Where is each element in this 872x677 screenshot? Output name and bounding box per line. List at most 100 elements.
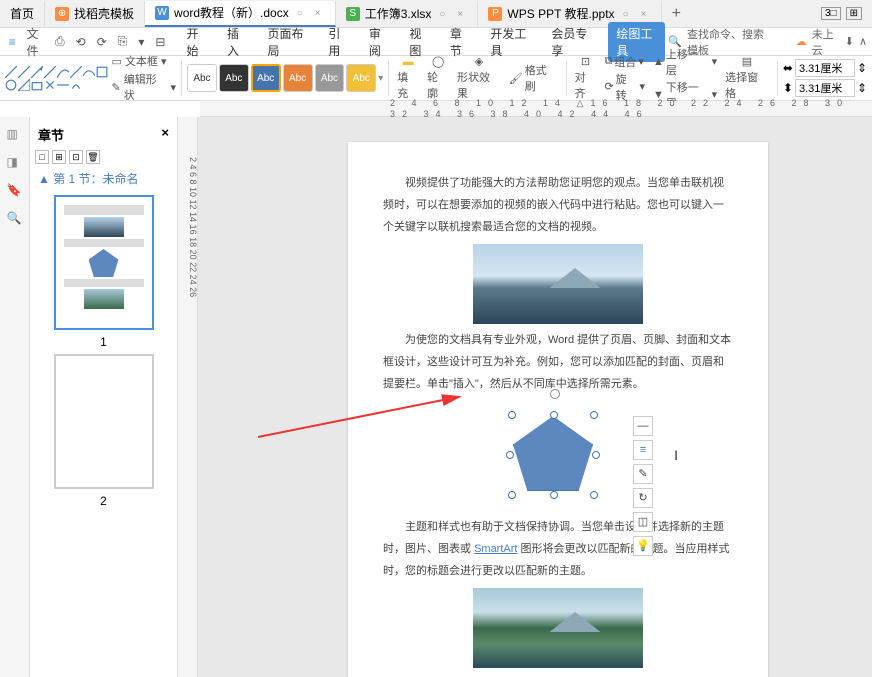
- fill-icon[interactable]: ▬: [403, 56, 414, 68]
- word-icon: W: [155, 6, 169, 20]
- template-icon: ⊕: [55, 7, 69, 21]
- handle-se[interactable]: [590, 491, 598, 499]
- style-3[interactable]: Abc: [251, 64, 281, 92]
- horizontal-ruler[interactable]: 2 4 6 8 10 12 14 △16 18 20 22 24 26 28 3…: [200, 101, 872, 117]
- ctrl-3[interactable]: ⊡: [69, 150, 83, 164]
- menu-insert[interactable]: 插入: [223, 22, 252, 62]
- align-btn[interactable]: 对齐: [572, 69, 600, 101]
- outline-icon[interactable]: ◯: [432, 55, 444, 68]
- quick-icon[interactable]: ⎘: [114, 32, 132, 51]
- tab-add[interactable]: +: [662, 5, 691, 23]
- float-text[interactable]: ≡: [633, 440, 653, 460]
- height-icon: ⬍: [783, 81, 793, 95]
- ctrl-2[interactable]: ⊞: [52, 150, 66, 164]
- menu-layout[interactable]: 页面布局: [263, 22, 312, 62]
- spinner[interactable]: ⇕: [857, 81, 867, 95]
- vertical-ruler[interactable]: 2 4 6 8 10 12 14 16 18 20 22 24 26: [178, 117, 198, 677]
- sidebar-search-icon[interactable]: 🔍: [7, 211, 23, 227]
- rotate-handle[interactable]: [550, 389, 560, 399]
- thumb-label-1: 1: [100, 335, 107, 349]
- document-page[interactable]: 视频提供了功能强大的方法帮助您证明您的观点。当您单击联机视频时，可以在想要添加的…: [348, 142, 768, 677]
- dropdown-icon[interactable]: ▾: [134, 33, 148, 51]
- height-input[interactable]: [795, 79, 855, 97]
- menu-start[interactable]: 开始: [182, 22, 211, 62]
- doc-image-1: [473, 244, 643, 324]
- style-5[interactable]: Abc: [315, 64, 345, 92]
- brush-icon: 🖌: [509, 72, 523, 85]
- group-icon: ⧉: [604, 55, 612, 68]
- style-1[interactable]: Abc: [187, 64, 217, 92]
- pane-btn[interactable]: 选择窗格: [722, 69, 772, 101]
- width-input[interactable]: [795, 59, 855, 77]
- thumb-label-2: 2: [100, 494, 107, 508]
- smartart-link[interactable]: SmartArt: [474, 543, 517, 555]
- cloud-label: 未上云: [812, 26, 840, 58]
- para-1: 视频提供了功能强大的方法帮助您证明您的观点。当您单击联机视频时，可以在想要添加的…: [383, 172, 733, 238]
- pentagon[interactable]: [513, 416, 593, 491]
- float-bulb[interactable]: 💡: [633, 536, 653, 556]
- tab-close-x[interactable]: ×: [641, 9, 651, 19]
- style-2[interactable]: Abc: [219, 64, 249, 92]
- handle-sw[interactable]: [508, 491, 516, 499]
- spinner[interactable]: ⇕: [857, 61, 867, 75]
- print-icon[interactable]: ⊟: [151, 33, 169, 51]
- pane-icon[interactable]: ▤: [742, 55, 752, 68]
- close-icon[interactable]: ○: [297, 8, 307, 18]
- outline-btn[interactable]: 轮廓: [424, 69, 452, 101]
- float-crop[interactable]: ◫: [633, 512, 653, 532]
- doc-image-2: [473, 588, 643, 668]
- style-4[interactable]: Abc: [283, 64, 313, 92]
- handle-w[interactable]: [506, 451, 514, 459]
- tab-close-x[interactable]: ×: [315, 8, 325, 18]
- handle-s[interactable]: [550, 491, 558, 499]
- shape-gallery[interactable]: [5, 66, 110, 91]
- handle-n[interactable]: [550, 411, 558, 419]
- text-cursor: I: [674, 441, 678, 469]
- more-styles[interactable]: ▾: [378, 73, 383, 84]
- width-icon: ⬌: [783, 61, 793, 75]
- close-icon[interactable]: ○: [623, 9, 633, 19]
- window-layout-1[interactable]: 3□: [821, 7, 841, 20]
- section-1[interactable]: ▲ 第 1 节：未命名: [35, 167, 172, 190]
- float-edit[interactable]: ✎: [633, 464, 653, 484]
- float-minus[interactable]: —: [633, 416, 653, 436]
- undo-icon[interactable]: ⟲: [72, 33, 90, 51]
- menu-review[interactable]: 审阅: [365, 22, 394, 62]
- ctrl-1[interactable]: □: [35, 150, 49, 164]
- para-3: 主题和样式也有助于文档保持协调。当您单击设计并选择新的主题时，图片、图表或 Sm…: [383, 516, 733, 582]
- effect-btn[interactable]: 形状效果: [454, 69, 504, 101]
- menu-icon[interactable]: ≡: [5, 32, 20, 52]
- cloud-icon[interactable]: ☁: [796, 35, 807, 48]
- handle-nw[interactable]: [508, 411, 516, 419]
- pentagon-shape[interactable]: — ≡ ✎ ↻ ◫ 💡 I: [498, 401, 618, 511]
- tab-close-x[interactable]: ×: [457, 9, 467, 19]
- sidebar-bookmark-icon[interactable]: 🔖: [7, 183, 23, 199]
- textbox-btn[interactable]: ▭文本框▾: [112, 53, 176, 69]
- collapse-icon[interactable]: ⬇: [845, 35, 854, 48]
- handle-ne[interactable]: [590, 411, 598, 419]
- float-refresh[interactable]: ↻: [633, 488, 653, 508]
- sidebar-shape-icon[interactable]: ◨: [7, 155, 23, 171]
- save-icon[interactable]: ⎙: [51, 32, 69, 51]
- redo-icon[interactable]: ⟳: [93, 33, 111, 51]
- sidebar-doc-icon[interactable]: ▥: [7, 127, 23, 143]
- style-6[interactable]: Abc: [346, 64, 376, 92]
- editshape-btn[interactable]: ✎编辑形状▾: [112, 71, 176, 103]
- up-layer-btn[interactable]: ▲上移一层▾: [650, 46, 720, 78]
- align-icon[interactable]: ⊡: [581, 55, 590, 68]
- chapter-title: 章节: [38, 125, 64, 144]
- close-icon[interactable]: ○: [439, 9, 449, 19]
- fill-btn[interactable]: 填充: [394, 69, 422, 101]
- help-icon[interactable]: ∧: [859, 35, 867, 48]
- format-btn[interactable]: 🖌格式刷: [506, 62, 561, 94]
- file-menu[interactable]: 文件: [23, 23, 48, 61]
- group-btn[interactable]: ⧉组合▾: [601, 54, 648, 70]
- chapter-close[interactable]: ×: [161, 125, 169, 144]
- window-layout-2[interactable]: ⊞: [846, 7, 862, 20]
- thumb-1[interactable]: [54, 195, 154, 330]
- menu-ref[interactable]: 引用: [324, 22, 353, 62]
- thumb-2[interactable]: [54, 354, 154, 489]
- effect-icon[interactable]: ◈: [475, 55, 483, 68]
- handle-e[interactable]: [592, 451, 600, 459]
- ctrl-4[interactable]: 🗑: [86, 150, 100, 164]
